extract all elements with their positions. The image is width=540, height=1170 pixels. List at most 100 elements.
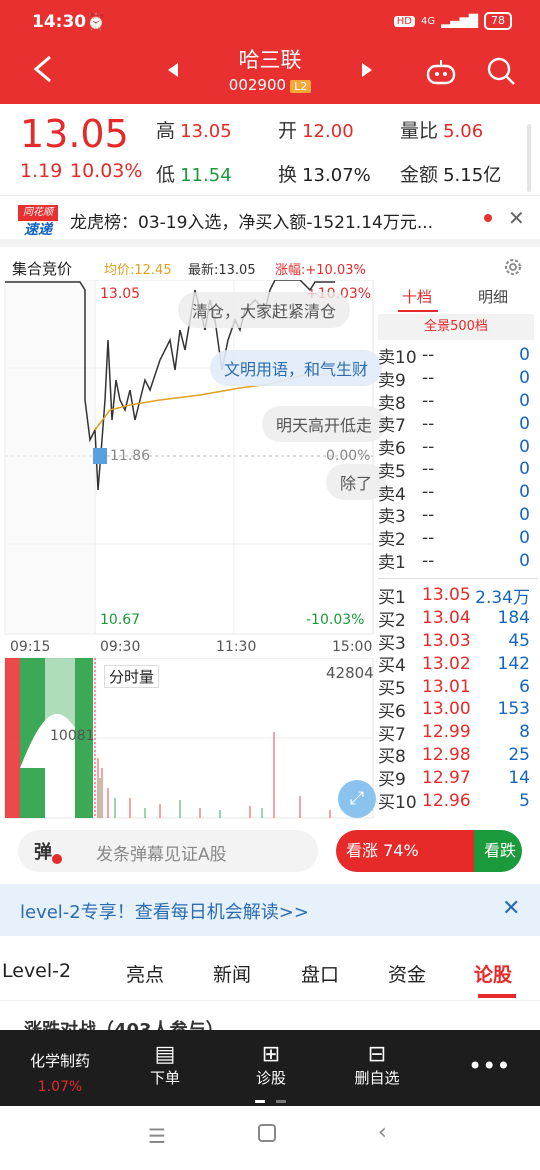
level-label: 买1 bbox=[378, 587, 406, 608]
level-volume: 184 bbox=[497, 608, 530, 629]
recents-icon[interactable]: ☰ bbox=[148, 1124, 166, 1148]
banner-text: level-2专享！查看每日机会解读>> bbox=[20, 902, 309, 923]
level-label: 买10 bbox=[378, 793, 417, 814]
level-price: 13.01 bbox=[422, 676, 471, 697]
level-price: -- bbox=[422, 390, 435, 411]
system-back-icon[interactable]: ‹ bbox=[378, 1120, 387, 1145]
news-ticker[interactable]: 同花顺 速递 龙虎榜：03-19入选，净买入额-1521.14万元... ✕ bbox=[0, 195, 540, 247]
expand-icon[interactable]: ⤢ bbox=[338, 780, 376, 818]
ask-row[interactable]: 卖5 -- 0 bbox=[378, 458, 538, 482]
high-cell: 高 13.05 bbox=[156, 116, 232, 143]
price-change: 1.19 bbox=[20, 160, 63, 182]
level-price: 12.99 bbox=[422, 722, 471, 743]
ask-row[interactable]: 卖8 -- 0 bbox=[378, 390, 538, 414]
tab-active-indicator bbox=[478, 994, 516, 998]
change-pct-label: 涨幅:+10.03% bbox=[275, 263, 366, 278]
home-icon[interactable] bbox=[258, 1124, 276, 1142]
more-icon[interactable]: ••• bbox=[468, 1052, 510, 1080]
remove-watch-icon: ⊟ bbox=[367, 1042, 387, 1067]
level-volume: 0 bbox=[519, 368, 530, 389]
book-tabs: 十档 明细 bbox=[378, 280, 538, 312]
level-price: -- bbox=[422, 413, 435, 434]
diagnose-icon: ⊞ bbox=[261, 1042, 281, 1067]
logo-top: 同花顺 bbox=[18, 205, 58, 221]
level-label: 卖1 bbox=[378, 553, 406, 574]
tab-highlights[interactable]: 亮点 bbox=[126, 960, 164, 987]
level-label: 买5 bbox=[378, 679, 406, 700]
level-volume: 25 bbox=[508, 744, 530, 765]
banner-close-icon[interactable]: ✕ bbox=[502, 896, 520, 921]
danmu-icon[interactable]: 弹 bbox=[34, 838, 52, 864]
bid-list: 买1 13.05 2.34万 买2 13.04 184 买3 13.03 45 买4 13.02 14… bbox=[378, 584, 538, 814]
tab-news[interactable]: 新闻 bbox=[213, 960, 251, 987]
nav-order[interactable]: ▤ 下单 bbox=[140, 1042, 190, 1088]
ask-row[interactable]: 卖4 -- 0 bbox=[378, 481, 538, 505]
low-cell: 低 11.54 bbox=[156, 160, 232, 187]
danmu-bar: 弹 发条弹幕见证A股 看涨 74% 看跌 26% bbox=[0, 825, 540, 879]
unread-dot bbox=[484, 214, 492, 222]
level-volume: 0 bbox=[519, 527, 530, 548]
level-price: -- bbox=[422, 482, 435, 503]
bid-row[interactable]: 买7 12.99 8 bbox=[378, 721, 538, 745]
search-icon[interactable] bbox=[486, 56, 516, 86]
open-value: 12.00 bbox=[302, 121, 354, 142]
tab-trade-details[interactable]: 明细 bbox=[478, 286, 508, 307]
bid-row[interactable]: 买5 13.01 6 bbox=[378, 675, 538, 700]
price-change-pct: 10.03% bbox=[70, 160, 143, 182]
level-label: 卖5 bbox=[378, 461, 406, 482]
ask-row[interactable]: 卖3 -- 0 bbox=[378, 504, 538, 528]
bid-row[interactable]: 买8 12.98 25 bbox=[378, 744, 538, 768]
vol-ratio-value: 5.06 bbox=[443, 121, 484, 142]
tabs-divider bbox=[0, 1000, 540, 1001]
level-price: 13.03 bbox=[422, 630, 471, 651]
nav-diagnose[interactable]: ⊞ 诊股 bbox=[246, 1042, 296, 1088]
volume-label: 分时量 bbox=[104, 665, 160, 688]
bid-row[interactable]: 买3 13.03 45 bbox=[378, 630, 538, 654]
bull-vote-button[interactable]: 看涨 74% bbox=[336, 830, 474, 872]
danmaku-bubble: 除了 bbox=[326, 464, 387, 500]
level-volume: 0 bbox=[519, 436, 530, 457]
tab-level2[interactable]: Level-2 bbox=[2, 960, 71, 982]
level-volume: 153 bbox=[497, 699, 530, 720]
ask-row[interactable]: 卖10 -- 0 bbox=[378, 344, 538, 368]
danmu-check-icon bbox=[52, 854, 62, 864]
level-label: 卖10 bbox=[378, 347, 417, 368]
level-volume: 0 bbox=[519, 459, 530, 480]
level-label: 卖2 bbox=[378, 530, 406, 551]
ask-row[interactable]: 卖2 -- 0 bbox=[378, 526, 538, 551]
sector-item[interactable]: 化学制药 1.07% bbox=[22, 1050, 98, 1095]
level2-banner[interactable]: level-2专享！查看每日机会解读>> ✕ bbox=[0, 884, 540, 936]
nav-remove-watch[interactable]: ⊟ 删自选 bbox=[350, 1042, 404, 1088]
level-price: -- bbox=[422, 504, 435, 525]
bear-vote-button[interactable]: 看跌 26% bbox=[474, 830, 522, 872]
volume-max: 42804 bbox=[326, 664, 374, 682]
auction-label[interactable]: 集合竞价 bbox=[12, 258, 72, 279]
bid-row[interactable]: 买4 13.02 142 bbox=[378, 652, 538, 677]
tab-discussion[interactable]: 论股 bbox=[474, 960, 512, 987]
ask-row[interactable]: 卖7 -- 0 bbox=[378, 412, 538, 437]
tab-funds[interactable]: 资金 bbox=[388, 960, 426, 987]
ask-row[interactable]: 卖9 -- 0 bbox=[378, 367, 538, 391]
danmu-input[interactable]: 弹 发条弹幕见证A股 bbox=[18, 830, 318, 872]
settings-gear-icon[interactable] bbox=[502, 256, 524, 278]
time-label: 15:00 bbox=[332, 639, 373, 655]
bid-row[interactable]: 买2 13.04 184 bbox=[378, 607, 538, 631]
level-label: 卖8 bbox=[378, 393, 406, 414]
bid-row[interactable]: 买1 13.05 2.34万 bbox=[378, 584, 538, 608]
bid-row[interactable]: 买10 12.96 5 bbox=[378, 789, 538, 814]
bid-row[interactable]: 买9 12.97 14 bbox=[378, 766, 538, 791]
level-volume: 0 bbox=[519, 390, 530, 411]
tab-ten-levels[interactable]: 十档 bbox=[402, 286, 432, 307]
close-icon[interactable]: ✕ bbox=[508, 206, 525, 230]
chart-bot-price: 10.67 bbox=[100, 612, 141, 628]
ask-row[interactable]: 卖6 -- 0 bbox=[378, 435, 538, 460]
level-label: 买9 bbox=[378, 770, 406, 791]
ask-row[interactable]: 卖1 -- 0 bbox=[378, 549, 538, 574]
robot-icon[interactable] bbox=[424, 56, 458, 86]
tab-orderbook[interactable]: 盘口 bbox=[301, 960, 339, 987]
chart-top-price: 13.05 bbox=[100, 286, 141, 302]
bid-row[interactable]: 买6 13.00 153 bbox=[378, 698, 538, 722]
intraday-chart[interactable] bbox=[0, 280, 378, 640]
full-500-button[interactable]: 全景500档 bbox=[378, 314, 534, 340]
high-label: 高 bbox=[156, 120, 176, 142]
